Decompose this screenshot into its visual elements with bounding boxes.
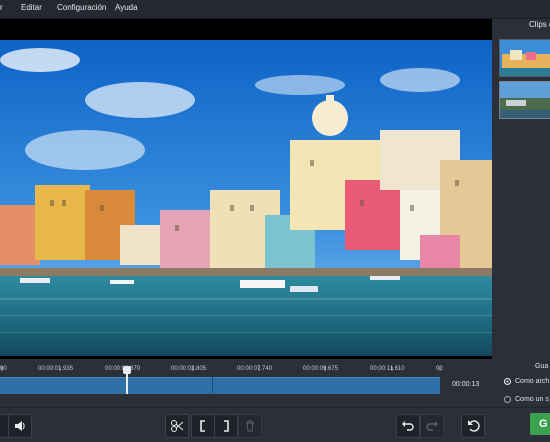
- tick-label: 00: [436, 366, 443, 372]
- menu-item-editar[interactable]: Editar: [21, 3, 42, 12]
- save-option-other[interactable]: Como un s: [504, 396, 549, 403]
- clip-thumbnail-2[interactable]: [499, 81, 550, 119]
- clips-panel-title: Clips d: [529, 20, 550, 29]
- bottom-toolbar: [0, 407, 550, 442]
- radio-icon[interactable]: [504, 396, 511, 403]
- tick-label: 00: [0, 366, 7, 372]
- total-duration: 00:00:13: [452, 381, 480, 388]
- cut-button[interactable]: [165, 414, 189, 438]
- tick-label: 00:00:07.740: [237, 366, 273, 372]
- clips-panel: Clips d: [495, 19, 550, 359]
- menu-item-configuracion[interactable]: Configuración: [57, 3, 106, 12]
- undo-button[interactable]: [396, 414, 420, 438]
- video-frame: [0, 40, 492, 356]
- save-button[interactable]: G: [530, 413, 550, 435]
- tick-label: 00:00:09.675: [303, 366, 339, 372]
- bracket-right-icon: [219, 419, 233, 433]
- reset-button[interactable]: [461, 414, 485, 438]
- radio-selected-icon[interactable]: [504, 378, 511, 385]
- rotate-left-icon: [466, 419, 480, 433]
- speaker-icon: [13, 419, 27, 433]
- delete-button[interactable]: [238, 414, 262, 438]
- menu-bar: r Editar Configuración Ayuda: [0, 0, 550, 19]
- menu-item-ayuda[interactable]: Ayuda: [115, 3, 138, 12]
- volume-button[interactable]: [8, 414, 32, 438]
- undo-icon: [401, 419, 415, 433]
- save-option-file[interactable]: Como arch: [504, 378, 549, 385]
- save-option-label: Como un s: [515, 396, 549, 403]
- save-panel-title: Gua: [535, 363, 549, 370]
- trash-icon: [243, 419, 257, 433]
- tick-label: 00:00:03.805: [171, 366, 207, 372]
- scissors-icon: [170, 419, 184, 433]
- redo-icon: [425, 419, 439, 433]
- tick-label: 00:00:11.610: [370, 366, 405, 372]
- track-split-marker: [212, 377, 213, 393]
- video-viewer[interactable]: [0, 19, 492, 359]
- tick-label: 00:00:01.935: [38, 366, 74, 372]
- redo-button[interactable]: [420, 414, 444, 438]
- clip-thumbnail-1[interactable]: [499, 39, 550, 77]
- mark-in-button[interactable]: [191, 414, 215, 438]
- menu-item-archivo[interactable]: r: [0, 3, 3, 12]
- bracket-left-icon: [196, 419, 210, 433]
- video-track[interactable]: [0, 377, 440, 394]
- mark-out-button[interactable]: [214, 414, 238, 438]
- playhead-handle[interactable]: [123, 366, 131, 374]
- save-option-label: Como arch: [515, 378, 550, 385]
